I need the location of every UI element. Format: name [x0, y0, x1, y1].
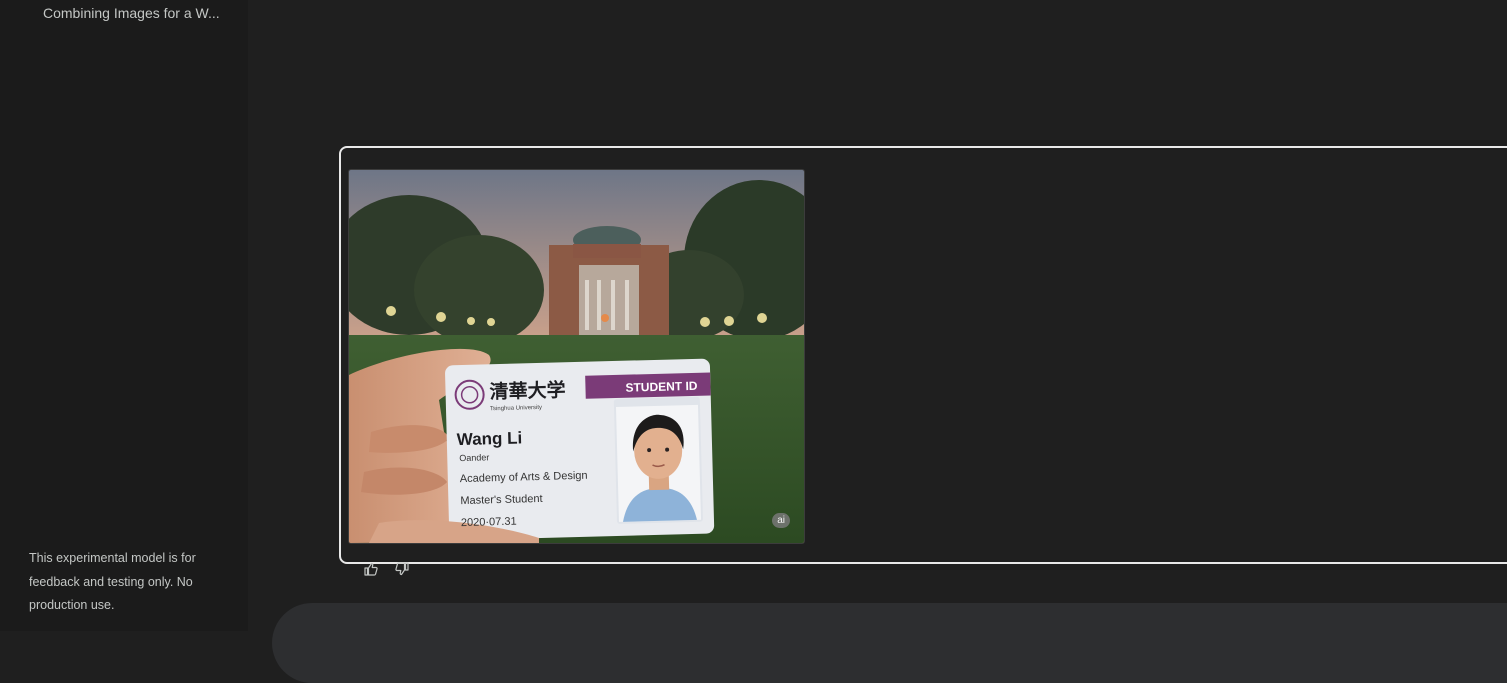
- thumbs-up-icon[interactable]: [362, 560, 380, 578]
- card-name: Wang Li: [457, 428, 523, 449]
- card-gender: Oander: [459, 452, 489, 463]
- recent-chat-item[interactable]: Combining Images for a W...: [43, 5, 233, 21]
- generated-image[interactable]: 清華大学 Tsinghua University STUDENT ID Wang…: [348, 169, 805, 544]
- prompt-input-bar[interactable]: [272, 603, 1507, 683]
- card-banner-text: STUDENT ID: [625, 379, 698, 395]
- card-level: Master's Student: [460, 493, 542, 507]
- sidebar: Combining Images for a W... This experim…: [0, 0, 248, 631]
- card-date: 2020·07.31: [461, 516, 517, 529]
- disclaimer-text: This experimental model is for feedback …: [29, 551, 196, 612]
- thumbs-down-icon[interactable]: [393, 560, 411, 578]
- card-university-cn: 清華大学: [489, 378, 566, 403]
- ai-badge: ai: [772, 513, 790, 528]
